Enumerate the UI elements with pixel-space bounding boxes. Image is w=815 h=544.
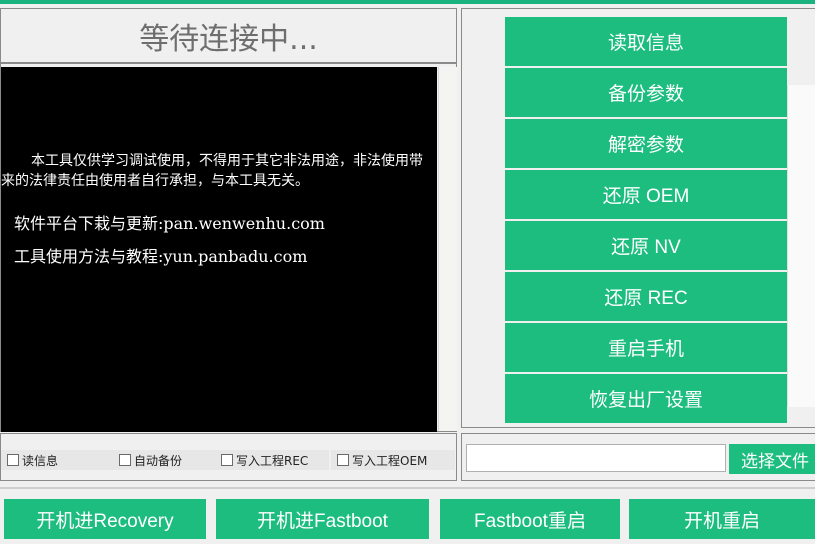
boot-fastboot-button[interactable]: 开机进Fastboot [216, 499, 429, 539]
tutorial-info-line: 工具使用方法与教程:yun.panbadu.com [14, 247, 308, 266]
option-label: 读信息 [22, 453, 59, 468]
log-scrollbar[interactable] [438, 67, 457, 431]
write-oem-checkbox[interactable] [337, 454, 349, 466]
option-auto-backup[interactable]: 自动备份 [113, 450, 215, 470]
restore-oem-button[interactable]: 还原 OEM [505, 170, 787, 219]
backup-params-button[interactable]: 备份参数 [505, 68, 787, 117]
read-info-button[interactable]: 读取信息 [505, 17, 787, 66]
option-read-info[interactable]: 读信息 [1, 450, 113, 470]
disclaimer-text: 本工具仅供学习调试使用，不得用于其它非法用途，非法使用带来的法律责任由使用者自行… [1, 153, 423, 189]
actions-panel-edge [787, 85, 815, 407]
file-path-input[interactable] [466, 444, 726, 472]
restore-nv-button[interactable]: 还原 NV [505, 221, 787, 270]
log-panel: 本工具仅供学习调试使用，不得用于其它非法用途，非法使用带来的法律责任由使用者自行… [0, 63, 457, 432]
reboot-button[interactable]: 开机重启 [629, 499, 815, 539]
option-write-oem[interactable]: 写入工程OEM [331, 450, 455, 470]
option-label: 写入工程OEM [352, 453, 428, 468]
separator [0, 487, 815, 489]
top-accent-line [0, 0, 815, 4]
option-label: 自动备份 [134, 453, 183, 468]
options-panel: 读信息 自动备份 写入工程REC 写入工程OEM [0, 433, 457, 481]
option-label: 写入工程REC [236, 453, 309, 468]
option-write-rec[interactable]: 写入工程REC [215, 450, 329, 470]
reboot-phone-button[interactable]: 重启手机 [505, 323, 787, 372]
factory-reset-button[interactable]: 恢复出厂设置 [505, 374, 787, 423]
auto-backup-checkbox[interactable] [119, 454, 131, 466]
connection-status: 等待连接中... [0, 8, 457, 63]
log-console: 本工具仅供学习调试使用，不得用于其它非法用途，非法使用带来的法律责任由使用者自行… [1, 67, 437, 432]
fastboot-reboot-button[interactable]: Fastboot重启 [440, 499, 620, 539]
choose-file-button[interactable]: 选择文件 [729, 444, 815, 474]
restore-rec-button[interactable]: 还原 REC [505, 272, 787, 321]
write-rec-checkbox[interactable] [221, 454, 233, 466]
boot-recovery-button[interactable]: 开机进Recovery [4, 499, 206, 539]
decrypt-params-button[interactable]: 解密参数 [505, 119, 787, 168]
read-info-checkbox[interactable] [7, 454, 19, 466]
download-info-line: 软件平台下栽与更新:pan.wenwenhu.com [14, 214, 325, 233]
status-text: 等待连接中... [139, 21, 318, 57]
